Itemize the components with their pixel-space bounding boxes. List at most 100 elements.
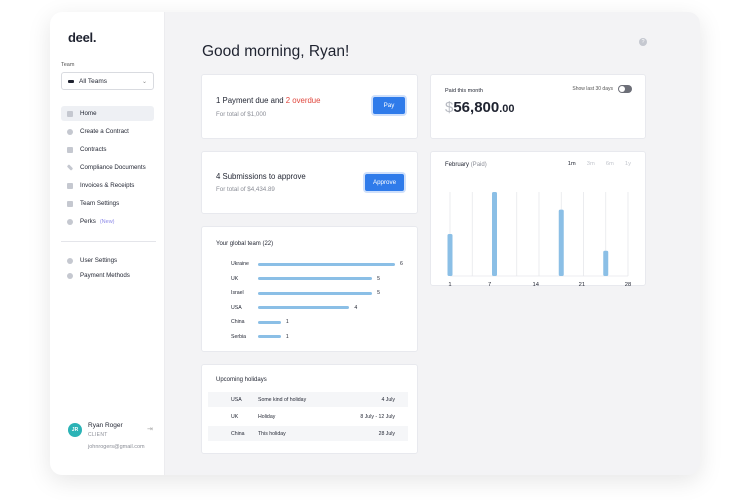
amount-value: 56,800: [453, 99, 500, 116]
sidebar-item-label: Team Settings: [80, 200, 120, 207]
country-name: Serbia: [231, 333, 246, 340]
paid-bar-chart: 1 7 14 21 28: [447, 192, 631, 287]
approve-button[interactable]: Approve: [365, 174, 404, 191]
country-count: 1: [285, 333, 289, 340]
document-icon: [67, 146, 73, 153]
page-title: Good morning, Ryan!: [202, 43, 350, 60]
team-select[interactable]: All Teams ⌄: [61, 72, 154, 90]
payment-due-title: 1 Payment due and 2 overdue: [216, 96, 320, 105]
receipt-icon: [67, 182, 73, 189]
holiday-date: 4 July: [381, 396, 395, 403]
chart-bar[interactable]: [603, 250, 609, 276]
paid-amount: $56,800.00: [445, 99, 515, 116]
country-bar: [258, 306, 350, 309]
country-row: UK 5: [231, 275, 380, 283]
payment-due-text: 1 Payment due and: [216, 96, 286, 105]
sidebar-item-label: Payment Methods: [80, 272, 130, 279]
paid-this-month-card: Paid this month $56,800.00 Show last 30 …: [430, 74, 646, 139]
deel-logo[interactable]: deel.: [68, 30, 96, 45]
country-row: Israel 5: [231, 289, 380, 297]
overdue-link[interactable]: 2 overdue: [286, 96, 321, 105]
chart-x-tick: 7: [488, 282, 491, 287]
sidebar-item-label: Invoices & Receipts: [80, 182, 135, 189]
global-team-title: Your global team (22): [216, 241, 274, 247]
sidebar-item-label: Create a Contract: [80, 128, 129, 135]
pay-button[interactable]: Pay: [373, 97, 405, 114]
country-bar: [258, 262, 395, 266]
help-icon[interactable]: ?: [639, 38, 647, 46]
chart-bar[interactable]: [492, 192, 497, 276]
payment-due-subtitle: For total of $1,000: [216, 111, 267, 118]
show-last-30-days-label: Show last 30 days: [572, 86, 613, 92]
country-name: Israel: [231, 290, 244, 296]
chart-x-tick: 14: [532, 282, 539, 287]
sidebar-item-payment-methods[interactable]: Payment Methods: [61, 268, 154, 283]
country-count: 6: [400, 261, 403, 267]
plus-circle-icon: [67, 128, 73, 135]
team-label: Team: [61, 62, 75, 68]
sidebar-item-label: Perks: [80, 218, 96, 225]
team-select-value: All Teams: [79, 77, 108, 85]
card-icon: [67, 272, 73, 279]
country-name: USA: [231, 304, 242, 311]
submissions-title: 4 Submissions to approve: [216, 172, 306, 181]
global-team-card: Your global team (22) Ukraine 6 UK 5 Israel 5…: [201, 226, 418, 352]
holiday-row: USA Some kind of holiday 4 July: [208, 392, 408, 407]
country-row: Ukraine 6: [231, 260, 403, 268]
payment-due-card: 1 Payment due and 2 overdue For total of…: [201, 74, 418, 139]
sidebar-nav-secondary: User Settings Payment Methods: [61, 253, 154, 286]
holiday-name: This holiday: [258, 430, 286, 437]
sidebar-item-label: Home: [80, 110, 97, 117]
sidebar-item-create-contract[interactable]: Create a Contract: [61, 124, 154, 139]
user-name: Ryan Roger: [88, 422, 123, 429]
sidebar-item-home[interactable]: Home: [61, 106, 154, 121]
upcoming-holidays-card: Upcoming holidays USA Some kind of holid…: [201, 364, 418, 454]
submissions-card: 4 Submissions to approve For total of $4…: [201, 151, 418, 214]
avatar: JR: [68, 423, 82, 437]
sidebar-item-contracts[interactable]: Contracts: [61, 142, 154, 157]
country-name: Ukraine: [231, 261, 249, 267]
sidebar-item-user-settings[interactable]: User Settings: [61, 253, 154, 268]
settings-icon: [67, 200, 73, 207]
payments-chart-card: February (Paid) 1m 3m 6m 1y 1 7 14 21 28: [430, 151, 646, 287]
holiday-name: Some kind of holiday: [258, 396, 307, 403]
paid-this-month-label: Paid this month: [445, 88, 483, 94]
sidebar-item-invoices[interactable]: Invoices & Receipts: [61, 178, 154, 193]
sidebar-nav: Home Create a Contract Contracts Complia…: [61, 106, 154, 232]
holiday-row: China This holiday 28 July: [208, 426, 408, 441]
sidebar-item-perks[interactable]: Perks (New): [61, 214, 154, 229]
new-badge: (New): [99, 218, 115, 225]
country-name: UK: [231, 275, 239, 282]
user-role: CLIENT: [88, 432, 108, 438]
amount-cents: .00: [499, 103, 515, 115]
country-count: 5: [377, 275, 381, 282]
chart-x-tick: 1: [448, 282, 451, 287]
user-email: johnrogers@gmail.com: [88, 444, 145, 450]
sidebar: deel. Team All Teams ⌄ Home Create a Con…: [50, 12, 165, 475]
country-row: USA 4: [231, 304, 357, 312]
country-count: 1: [285, 319, 289, 325]
sidebar-item-compliance[interactable]: Compliance Documents: [61, 160, 154, 175]
holiday-country: USA: [231, 396, 242, 403]
holiday-country: UK: [231, 413, 239, 420]
holidays-title: Upcoming holidays: [216, 377, 267, 383]
sidebar-item-label: Compliance Documents: [80, 164, 146, 171]
holiday-name: Holiday: [258, 413, 276, 420]
chart-x-tick: 21: [579, 282, 585, 287]
chart-x-tick: 28: [625, 282, 631, 287]
country-name: China: [231, 319, 245, 325]
chart-bar[interactable]: [447, 234, 453, 276]
sidebar-item-team-settings[interactable]: Team Settings: [61, 196, 154, 211]
submissions-subtitle: For total of $4,434.89: [216, 186, 275, 193]
chart-bar[interactable]: [558, 209, 564, 276]
holiday-date: 8 July - 12 July: [360, 413, 395, 420]
country-bar: [258, 291, 373, 295]
holiday-row: UK Holiday 8 July - 12 July: [208, 409, 408, 424]
country-bar: [258, 335, 281, 338]
show-last-30-days-toggle[interactable]: [618, 85, 632, 93]
logout-icon[interactable]: ⇥: [147, 425, 153, 433]
sidebar-divider: [61, 241, 156, 242]
holiday-date: 28 July: [378, 430, 395, 437]
sidebar-item-label: Contracts: [80, 146, 107, 153]
link-icon: [66, 164, 74, 171]
